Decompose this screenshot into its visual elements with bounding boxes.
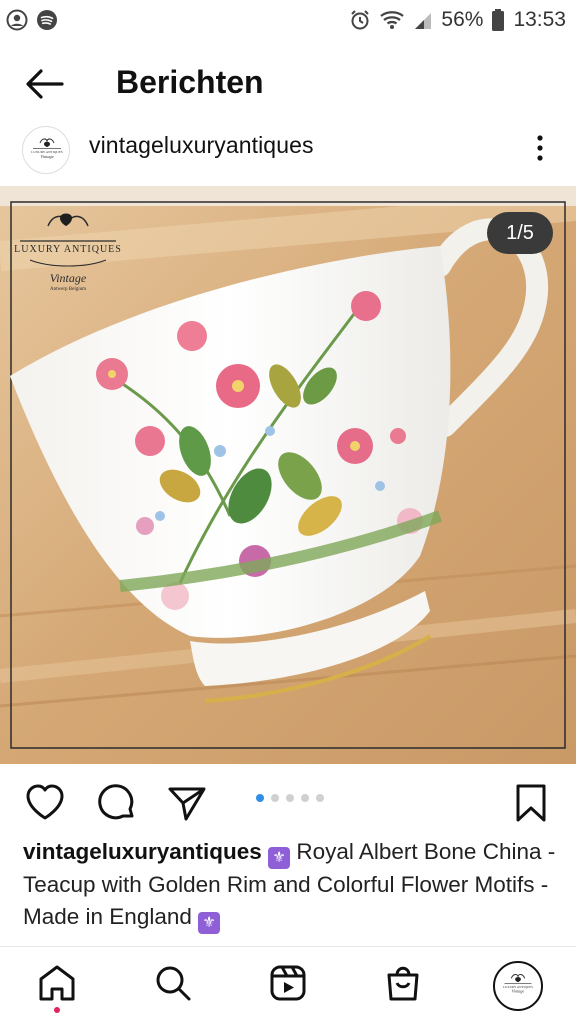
clock: 13:53: [513, 8, 566, 31]
svg-text:Vintage: Vintage: [40, 154, 53, 159]
reels-icon[interactable]: [268, 963, 308, 1003]
alarm-icon: [351, 10, 370, 30]
spotify-icon: [37, 10, 57, 30]
profile-avatar[interactable]: LUXURY ANTIQUES Vintage: [493, 961, 543, 1011]
svg-text:Vintage: Vintage: [50, 271, 87, 285]
bookmark-icon[interactable]: [510, 782, 552, 824]
svg-text:Vintage: Vintage: [512, 989, 525, 994]
home-icon[interactable]: [37, 963, 77, 1003]
more-options-icon[interactable]: [530, 130, 550, 166]
back-arrow-icon[interactable]: [24, 66, 64, 102]
notification-dot: [54, 1007, 60, 1013]
brand-logo: LUXURY ANTIQUES Vintage: [31, 138, 63, 159]
fleur-de-lis-icon: ⚜: [268, 847, 291, 869]
teacup-photo: LUXURY ANTIQUES Vintage Antwerp Belgium: [0, 186, 576, 764]
carousel-indicator: [256, 794, 324, 802]
status-bar: 56% 13:53: [0, 0, 576, 40]
battery-icon: [492, 9, 505, 31]
top-header: Berichten: [0, 50, 576, 118]
shop-icon[interactable]: [383, 963, 423, 1003]
brand-logo: LUXURY ANTIQUES Vintage: [503, 974, 533, 994]
wifi-icon: [380, 11, 405, 29]
svg-text:Antwerp Belgium: Antwerp Belgium: [50, 287, 86, 292]
post-username[interactable]: vintageluxuryantiques: [89, 132, 314, 159]
post-header: LUXURY ANTIQUES Vintage vintageluxuryant…: [0, 120, 576, 176]
bottom-nav: LUXURY ANTIQUES Vintage: [0, 947, 576, 1024]
caption-username[interactable]: vintageluxuryantiques: [23, 839, 262, 864]
carousel-dot: [286, 794, 294, 802]
search-icon[interactable]: [153, 963, 193, 1003]
fleur-de-lis-icon: ⚜: [198, 912, 221, 934]
page-title: Berichten: [116, 64, 264, 100]
signal-icon: [415, 13, 432, 29]
avatar[interactable]: LUXURY ANTIQUES Vintage: [22, 126, 70, 174]
carousel-dot: [256, 794, 264, 802]
post-caption: vintageluxuryantiques ⚜ Royal Albert Bon…: [23, 836, 563, 934]
post-actions: [0, 772, 576, 828]
share-send-icon[interactable]: [166, 782, 208, 824]
svg-text:LUXURY ANTIQUES: LUXURY ANTIQUES: [14, 244, 122, 255]
carousel-dot: [301, 794, 309, 802]
battery-percent: 56%: [441, 8, 484, 31]
carousel-dot: [271, 794, 279, 802]
account-circle-icon: [6, 9, 28, 31]
like-heart-icon[interactable]: [24, 782, 66, 824]
image-counter: 1/5: [487, 212, 553, 254]
carousel-dot: [316, 794, 324, 802]
comment-icon[interactable]: [96, 782, 138, 824]
post-image[interactable]: LUXURY ANTIQUES Vintage Antwerp Belgium: [0, 186, 576, 764]
